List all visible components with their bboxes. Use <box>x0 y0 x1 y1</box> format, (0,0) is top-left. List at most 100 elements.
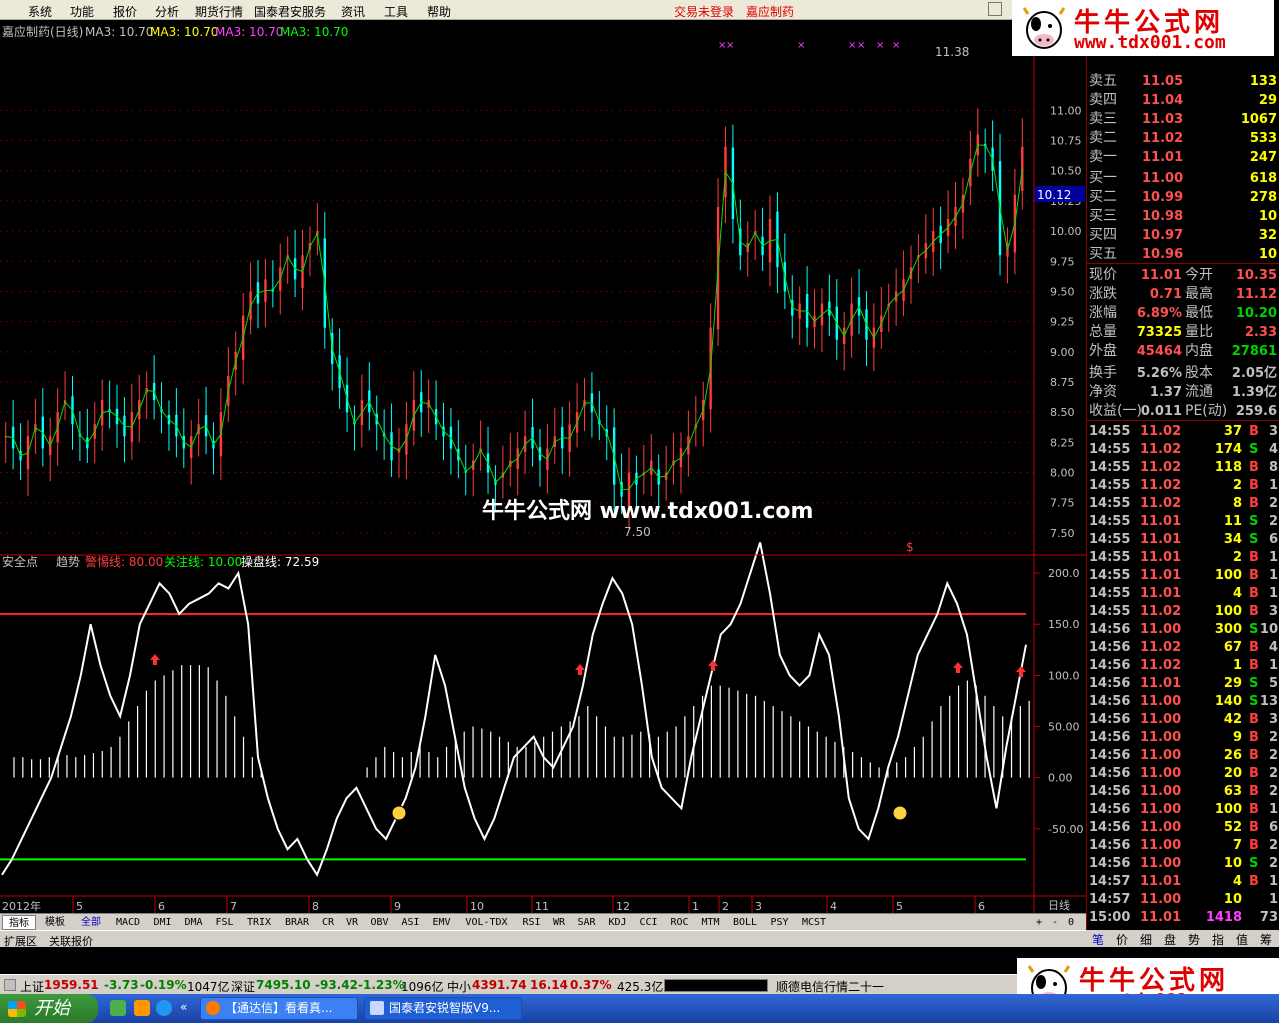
tab-cr[interactable]: CR <box>317 915 339 930</box>
order-book-row[interactable]: 卖三 11.03 1067 <box>1087 110 1279 129</box>
stat-row: 涨跌 0.71 最高 11.12 <box>1087 285 1279 304</box>
quote-tab-7[interactable]: 筹 <box>1260 931 1272 948</box>
tab-fsl[interactable]: FSL <box>210 915 239 930</box>
tab-全部[interactable]: 全部 <box>74 915 108 930</box>
signal-meter <box>664 979 768 992</box>
tab-vr[interactable]: VR <box>341 915 363 930</box>
price-tick: 8.75 <box>1050 376 1075 389</box>
tick-time: 14:55 <box>1089 478 1131 493</box>
tab-mcst[interactable]: MCST <box>796 915 832 930</box>
stat-value: 6.89% <box>1136 306 1182 321</box>
menu-help[interactable]: 帮助 <box>427 3 451 20</box>
tab-boll[interactable]: BOLL <box>727 915 763 930</box>
quote-tab-3[interactable]: 盘 <box>1164 931 1176 948</box>
indicator-warn: 警惕线: 80.00 <box>85 554 163 569</box>
indicator-tabbar: 指标 模板 全部 MACD DMI DMA FSL TRIX BRAR CR VR OBV ASI EMV… <box>0 913 1086 930</box>
quicklaunch-browser-icon[interactable] <box>134 1000 150 1016</box>
status-menu-icon[interactable] <box>4 979 16 991</box>
tab-rsi[interactable]: RSI <box>517 915 546 930</box>
tick-volume: 42 <box>1223 712 1242 727</box>
news-ticker[interactable]: 顺德电信行情二十一 <box>776 978 884 995</box>
watermark-text: 牛牛公式网 www.tdx001.com <box>482 498 813 524</box>
tick-side: B <box>1249 568 1259 583</box>
quote-tab-0[interactable]: 笔 <box>1092 931 1104 948</box>
menu-service[interactable]: 国泰君安服务 <box>254 3 326 20</box>
menu-analysis[interactable]: 分析 <box>155 3 179 20</box>
quicklaunch-k-icon[interactable] <box>156 1000 172 1016</box>
zoom-plus-button[interactable]: + <box>1036 915 1050 930</box>
tick-price: 11.02 <box>1140 424 1182 439</box>
tick-time: 14:55 <box>1089 604 1131 619</box>
tick-count: 73 <box>1259 910 1278 925</box>
tab-wr[interactable]: WR <box>548 915 570 930</box>
tab-mtm[interactable]: MTM <box>696 915 725 930</box>
tick-count: 1 <box>1268 568 1278 583</box>
order-book-row[interactable]: 买一 11.00 618 <box>1087 169 1279 188</box>
tick-row: 14:56 11.00 300 S 10 <box>1087 621 1279 639</box>
sh-amount: 1047亿 <box>187 980 230 994</box>
book-volume: 32 <box>1258 228 1277 243</box>
period-label[interactable]: 日线 <box>1048 898 1070 912</box>
order-book-row[interactable]: 买四 10.97 32 <box>1087 226 1279 245</box>
ma-label-1: MA3: 10.70 <box>85 25 153 39</box>
menu-news[interactable]: 资讯 <box>341 3 365 20</box>
quote-tab-6[interactable]: 值 <box>1236 931 1248 948</box>
minimize-icon[interactable] <box>988 2 1002 16</box>
tab-dmi[interactable]: DMI <box>148 915 177 930</box>
menu-bar: 系统 功能 报价 分析 期货行情 国泰君安服务 资讯 工具 帮助 交易未登录 嘉… <box>0 0 1012 20</box>
tab-psy[interactable]: PSY <box>765 915 794 930</box>
start-button[interactable]: 开始 <box>0 994 98 1023</box>
tick-count: 8 <box>1268 460 1278 475</box>
menu-tools[interactable]: 工具 <box>384 3 408 20</box>
zoom-zero-button[interactable]: 0 <box>1068 915 1082 930</box>
order-book-row[interactable]: 卖一 11.01 247 <box>1087 148 1279 167</box>
trade-status[interactable]: 交易未登录 <box>674 3 734 20</box>
menu-quote[interactable]: 报价 <box>113 3 137 20</box>
tab-sar[interactable]: SAR <box>572 915 601 930</box>
tick-side: B <box>1249 784 1259 799</box>
tab-asi[interactable]: ASI <box>396 915 425 930</box>
tab-dma[interactable]: DMA <box>179 915 208 930</box>
order-book-row[interactable]: 卖五 11.05 133 <box>1087 72 1279 91</box>
tab-brar[interactable]: BRAR <box>279 915 315 930</box>
tick-price: 11.00 <box>1140 622 1182 637</box>
menu-futures[interactable]: 期货行情 <box>195 3 243 20</box>
zoom-minus-button[interactable]: - <box>1052 915 1066 930</box>
quote-tab-2[interactable]: 细 <box>1140 931 1152 948</box>
tab-指标[interactable]: 指标 <box>2 915 36 930</box>
menu-function[interactable]: 功能 <box>70 3 94 20</box>
task-tdx[interactable]: 【通达信】看看真... <box>200 997 358 1020</box>
stat-label: 换手 <box>1089 365 1117 381</box>
tab-roc[interactable]: ROC <box>665 915 694 930</box>
quicklaunch-qq-icon[interactable] <box>110 1000 126 1016</box>
order-book-row[interactable]: 买三 10.98 10 <box>1087 207 1279 226</box>
quote-tab-1[interactable]: 价 <box>1116 931 1128 948</box>
signal-marker-icon: × <box>726 40 734 51</box>
quicklaunch-more-icon[interactable]: « <box>180 1000 187 1014</box>
quote-tab-5[interactable]: 指 <box>1212 931 1224 948</box>
quote-tab-4[interactable]: 势 <box>1188 931 1200 948</box>
tick-time: 14:56 <box>1089 856 1131 871</box>
order-book-row[interactable]: 卖四 11.04 29 <box>1087 91 1279 110</box>
tab-vol-tdx[interactable]: VOL-TDX <box>458 915 515 930</box>
tick-price: 11.01 <box>1140 514 1182 529</box>
tab-kdj[interactable]: KDJ <box>603 915 632 930</box>
kline-chart[interactable]: ××××××× 11.0010.7510.5010.2510.009.759.5… <box>0 20 1086 913</box>
ma-line <box>5 144 1023 490</box>
order-book-row[interactable]: 买二 10.99 278 <box>1087 188 1279 207</box>
tab-emv[interactable]: EMV <box>427 915 456 930</box>
ma-label-3: MA3: 10.70 <box>215 25 283 39</box>
menu-system[interactable]: 系统 <box>28 3 52 20</box>
order-book-row[interactable]: 卖二 11.02 533 <box>1087 129 1279 148</box>
stat-value-2: 27861 <box>1231 344 1277 359</box>
tab-trix[interactable]: TRIX <box>241 915 277 930</box>
price-tick: 8.25 <box>1050 436 1075 449</box>
tab-obv[interactable]: OBV <box>365 915 394 930</box>
candle-body <box>1021 146 1024 191</box>
tab-macd[interactable]: MACD <box>110 915 146 930</box>
dollar-icon: $ <box>906 540 914 554</box>
order-book-row[interactable]: 买五 10.96 10 <box>1087 245 1279 264</box>
task-gtja[interactable]: 国泰君安锐智版V9... <box>364 997 522 1020</box>
tab-模板[interactable]: 模板 <box>38 915 72 930</box>
tab-cci[interactable]: CCI <box>634 915 663 930</box>
